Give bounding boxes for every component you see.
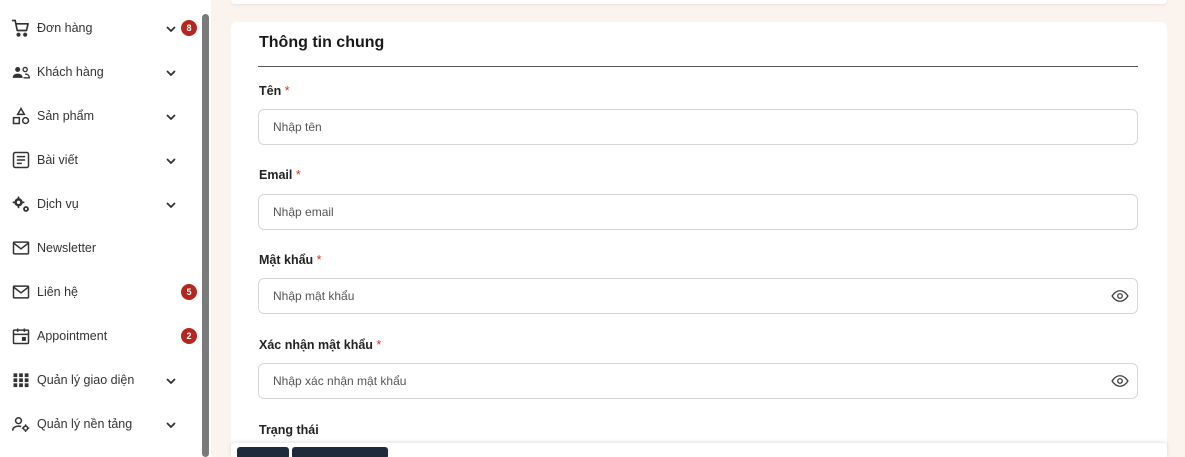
sidebar-item-label: Sản phẩm xyxy=(37,109,94,123)
password-label: Mật khẩu * xyxy=(259,253,322,267)
required-mark: * xyxy=(295,168,301,182)
sidebar-item-label: Đơn hàng xyxy=(37,21,93,35)
users-icon xyxy=(11,62,31,82)
chevron-down-icon[interactable] xyxy=(165,374,177,386)
sidebar-item-customers[interactable]: Khách hàng xyxy=(0,50,200,94)
confirm-password-input[interactable] xyxy=(258,363,1138,399)
contact-count-badge: 5 xyxy=(181,284,197,300)
sidebar-item-orders[interactable]: Đơn hàng 8 xyxy=(0,6,200,50)
action-bar xyxy=(231,443,1167,457)
chevron-down-icon[interactable] xyxy=(165,66,177,78)
password-input[interactable] xyxy=(258,278,1138,314)
chevron-down-icon[interactable] xyxy=(165,22,177,34)
confirm-password-label-text: Xác nhận mật khẩu xyxy=(259,338,373,352)
calendar-icon xyxy=(11,326,31,346)
chevron-down-icon[interactable] xyxy=(165,110,177,122)
sidebar-item-label: Bài viết xyxy=(37,153,78,167)
status-label: Trạng thái xyxy=(259,423,319,437)
required-mark: * xyxy=(316,253,322,267)
cart-icon xyxy=(11,18,31,38)
password-label-text: Mật khẩu xyxy=(259,253,314,267)
mail-icon xyxy=(11,282,31,302)
general-info-card: Thông tin chung Tên * Email * Mật khẩu *… xyxy=(231,22,1167,457)
required-mark: * xyxy=(376,338,382,352)
email-input[interactable] xyxy=(258,194,1138,230)
sidebar-item-label: Dịch vụ xyxy=(37,197,79,211)
sidebar-item-services[interactable]: Dịch vụ xyxy=(0,182,200,226)
sidebar-item-label: Khách hàng xyxy=(37,65,104,79)
name-input[interactable] xyxy=(258,109,1138,145)
orders-count-badge: 8 xyxy=(181,20,197,36)
shapes-icon xyxy=(11,106,31,126)
chevron-down-icon[interactable] xyxy=(165,418,177,430)
sidebar-item-label: Quản lý nền tảng xyxy=(37,417,133,431)
mail-icon xyxy=(11,238,31,258)
confirm-password-label: Xác nhận mật khẩu * xyxy=(259,338,381,352)
appointment-count-badge: 2 xyxy=(181,328,197,344)
sidebar-item-label: Appointment xyxy=(37,329,108,343)
section-title: Thông tin chung xyxy=(259,34,385,51)
eye-icon[interactable] xyxy=(1111,287,1129,305)
sidebar-item-newsletter[interactable]: Newsletter xyxy=(0,226,200,270)
article-icon xyxy=(11,150,31,170)
chevron-down-icon[interactable] xyxy=(165,198,177,210)
sidebar-item-label: Newsletter xyxy=(37,241,97,255)
eye-icon[interactable] xyxy=(1111,372,1129,390)
previous-card-edge xyxy=(231,0,1167,4)
name-label: Tên * xyxy=(259,84,290,98)
gears-icon xyxy=(11,194,31,214)
action-button-2[interactable] xyxy=(292,447,388,457)
sidebar-item-label: Quản lý giao diện xyxy=(37,373,135,387)
sidebar-item-contact[interactable]: Liên hệ 5 xyxy=(0,270,200,314)
sidebar-item-label: Liên hệ xyxy=(37,285,79,299)
sidebar-item-platform-management[interactable]: Quản lý nền tảng xyxy=(0,402,200,446)
user-cog-icon xyxy=(11,414,31,434)
sidebar-scrollbar[interactable] xyxy=(202,14,209,457)
action-button-1[interactable] xyxy=(237,447,289,457)
required-mark: * xyxy=(284,84,290,98)
sidebar-item-products[interactable]: Sản phẩm xyxy=(0,94,200,138)
email-label: Email * xyxy=(259,168,301,182)
sidebar-item-theme-management[interactable]: Quản lý giao diện xyxy=(0,358,200,402)
chevron-down-icon[interactable] xyxy=(165,154,177,166)
name-label-text: Tên xyxy=(259,84,282,98)
email-label-text: Email xyxy=(259,168,293,182)
sidebar-item-posts[interactable]: Bài viết xyxy=(0,138,200,182)
grid-icon xyxy=(11,370,31,390)
sidebar: Đơn hàng 8 Khách hàng Sản phẩm Bài viết … xyxy=(0,0,211,457)
section-divider xyxy=(258,66,1138,67)
sidebar-item-appointment[interactable]: Appointment 2 xyxy=(0,314,200,358)
